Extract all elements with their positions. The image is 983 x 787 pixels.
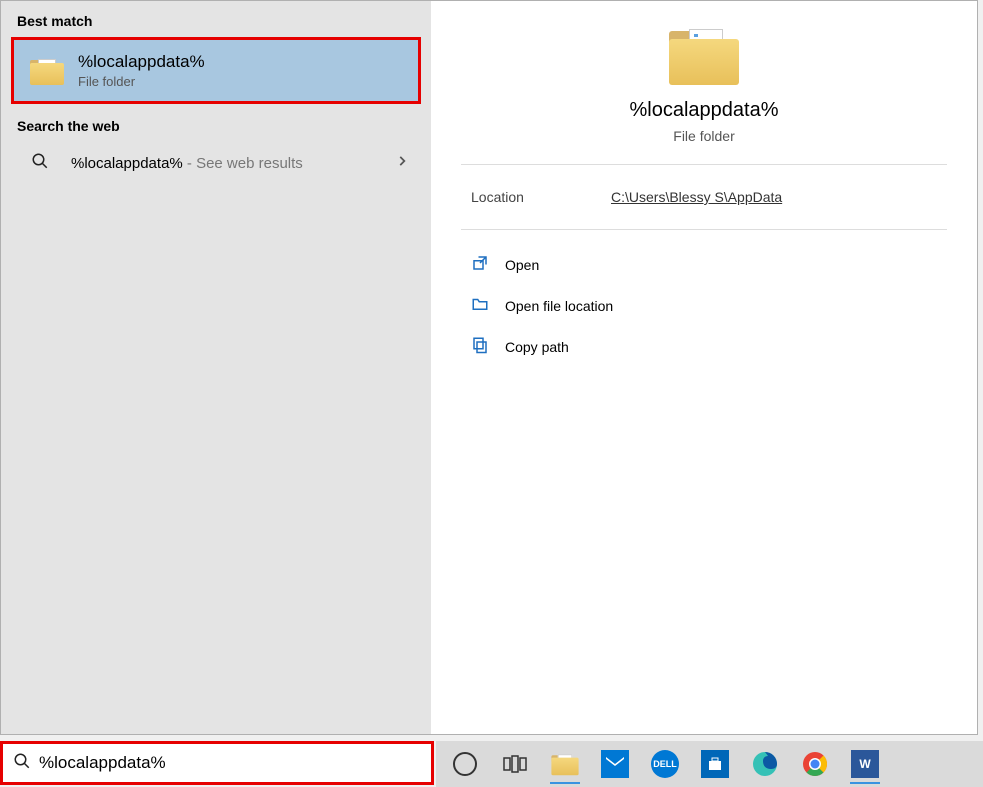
store-icon [701, 750, 729, 778]
best-match-subtitle: File folder [78, 74, 205, 89]
open-file-location-action[interactable]: Open file location [471, 285, 937, 326]
chrome-icon [801, 750, 829, 778]
location-link[interactable]: C:\Users\Blessy S\AppData [611, 189, 782, 205]
search-input[interactable] [39, 753, 421, 773]
windows-search-panel: Best match %localappdata% File folder Se… [0, 0, 978, 735]
task-view-button[interactable] [492, 744, 538, 784]
copy-path-action[interactable]: Copy path [471, 326, 937, 367]
dell-icon: DELL [651, 750, 679, 778]
preview-header: %localappdata% File folder [461, 27, 947, 165]
location-label: Location [471, 189, 611, 205]
folder-location-icon [471, 295, 489, 316]
chevron-right-icon[interactable] [395, 154, 409, 173]
taskbar: DELL W [436, 741, 983, 787]
search-icon [23, 152, 57, 175]
best-match-result[interactable]: %localappdata% File folder [11, 37, 421, 104]
mail-icon [601, 750, 629, 778]
web-result-item[interactable]: %localappdata% - See web results [7, 142, 425, 185]
copy-icon [471, 336, 489, 357]
open-action[interactable]: Open [471, 244, 937, 285]
task-view-icon [503, 754, 527, 774]
web-result-text: %localappdata% - See web results [71, 155, 381, 172]
taskbar-search-box[interactable] [0, 741, 434, 785]
folder-icon [669, 27, 739, 85]
preview-actions: Open Open file location Copy path [461, 230, 947, 381]
dell-app-button[interactable]: DELL [642, 744, 688, 784]
best-match-title: %localappdata% [78, 52, 205, 72]
chrome-button[interactable] [792, 744, 838, 784]
search-web-heading: Search the web [1, 112, 431, 142]
preview-subtitle: File folder [461, 128, 947, 144]
location-row: Location C:\Users\Blessy S\AppData [461, 165, 947, 230]
open-icon [471, 254, 489, 275]
preview-title: %localappdata% [461, 99, 947, 122]
word-icon: W [851, 750, 879, 778]
edge-icon [751, 750, 779, 778]
mail-app-button[interactable] [592, 744, 638, 784]
store-button[interactable] [692, 744, 738, 784]
cortana-icon [453, 752, 477, 776]
preview-right-pane: %localappdata% File folder Location C:\U… [431, 1, 977, 734]
file-explorer-button[interactable] [542, 744, 588, 784]
best-match-heading: Best match [1, 7, 431, 37]
edge-button[interactable] [742, 744, 788, 784]
word-button[interactable]: W [842, 744, 888, 784]
folder-icon [30, 57, 64, 85]
search-icon [13, 752, 31, 775]
folder-icon [551, 753, 578, 775]
results-left-pane: Best match %localappdata% File folder Se… [1, 1, 431, 734]
cortana-button[interactable] [442, 744, 488, 784]
